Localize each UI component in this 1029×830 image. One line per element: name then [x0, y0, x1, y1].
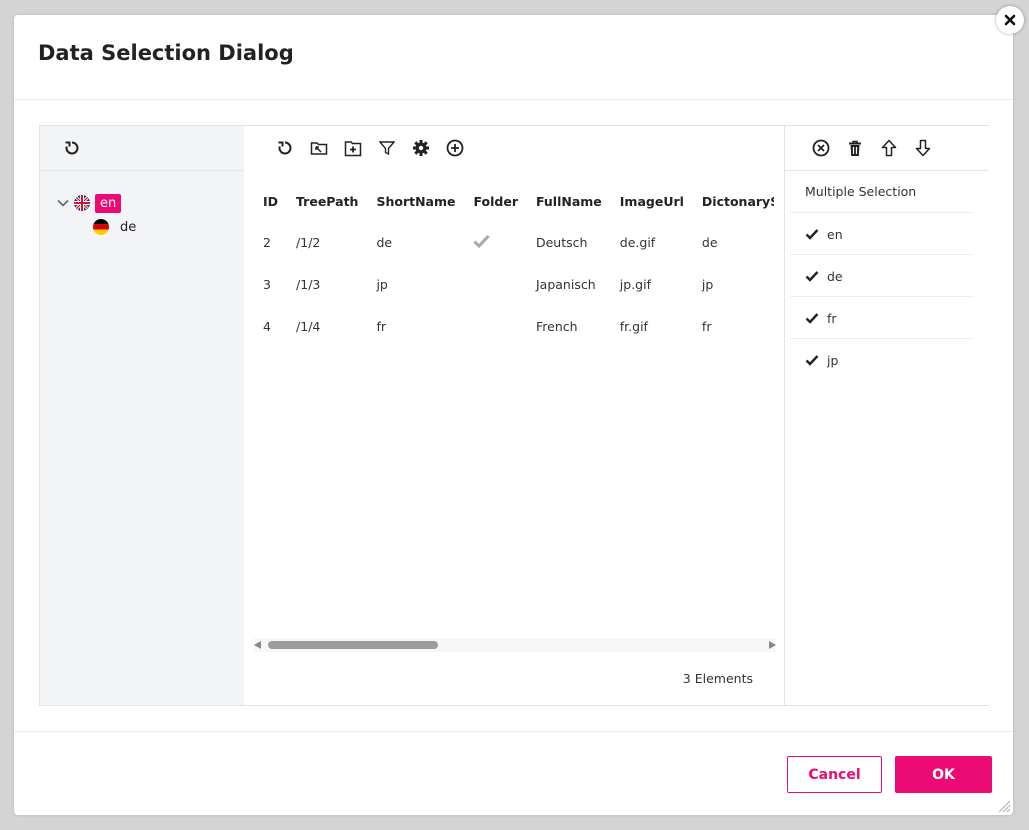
cell-suffix: de	[701, 234, 718, 250]
checkmark-icon	[805, 355, 819, 366]
header-divider	[14, 99, 1013, 100]
tree-node-label-en[interactable]: en	[95, 193, 122, 213]
table-row[interactable]: 4 /1/4 fr French fr.gif fr IS	[254, 305, 774, 347]
cell-id: 3	[263, 276, 271, 292]
scrollbar-thumb[interactable]	[268, 641, 438, 649]
data-grid: ID TreePath ShortName Folder FullName Im…	[254, 181, 774, 641]
germany-flag-icon	[93, 219, 109, 235]
grid-header-row: ID TreePath ShortName Folder FullName Im…	[254, 181, 774, 221]
selection-item-label: jp	[827, 352, 839, 368]
navigate-up-icon[interactable]	[307, 136, 331, 160]
element-count: 3 Elements	[682, 671, 753, 686]
add-icon[interactable]	[443, 136, 467, 160]
tree-toolbar	[40, 126, 244, 171]
cell-suffix: jp	[701, 276, 714, 292]
selection-item-label: en	[827, 226, 843, 242]
cell-treepath: /1/2	[296, 234, 321, 250]
checkmark-icon	[805, 229, 819, 240]
ok-button[interactable]: OK	[895, 756, 992, 793]
column-header-id[interactable]: ID	[254, 181, 287, 221]
trash-icon[interactable]	[843, 136, 867, 160]
footer-divider	[14, 731, 1013, 732]
selection-item-label: fr	[827, 310, 837, 326]
cell-folder	[464, 305, 527, 347]
selection-item-jp[interactable]: jp	[790, 338, 974, 381]
column-header-imageurl[interactable]: ImageUrl	[611, 181, 693, 221]
cell-folder	[464, 221, 527, 263]
cell-fullname: Deutsch	[535, 234, 588, 250]
cell-imageurl: fr.gif	[619, 318, 648, 334]
cell-id: 4	[263, 318, 271, 334]
selection-panel: Multiple Selection en de fr jp	[784, 126, 989, 705]
selection-toolbar	[785, 126, 989, 171]
column-header-suffix[interactable]: DictonarySuffix	[693, 181, 774, 221]
filter-icon[interactable]	[375, 136, 399, 160]
cell-treepath: /1/4	[296, 318, 321, 334]
selection-item-de[interactable]: de	[790, 254, 974, 297]
cell-treepath: /1/3	[296, 276, 321, 292]
selection-item-label: de	[827, 268, 843, 284]
dialog-title: Data Selection Dialog	[38, 41, 294, 65]
cell-imageurl: de.gif	[619, 234, 656, 250]
selection-item-en[interactable]: en	[790, 212, 974, 255]
data-selection-dialog: Data Selection Dialog en de ID TreePath …	[14, 15, 1013, 815]
cell-imageurl: jp.gif	[619, 276, 651, 292]
horizontal-scrollbar[interactable]	[254, 638, 776, 652]
selection-item-fr[interactable]: fr	[790, 296, 974, 339]
cell-shortname: jp	[376, 276, 388, 292]
tree-panel: en de	[40, 126, 244, 705]
cell-fullname: French	[535, 318, 578, 334]
multiple-selection-header: Multiple Selection	[805, 184, 917, 199]
grid-panel: ID TreePath ShortName Folder FullName Im…	[244, 126, 784, 705]
cell-fullname: Japanisch	[535, 276, 596, 292]
table-row[interactable]: 3 /1/3 jp Japanisch jp.gif jp IS	[254, 263, 774, 305]
column-header-treepath[interactable]: TreePath	[287, 181, 367, 221]
tree-node-de[interactable]: de	[93, 216, 136, 238]
move-down-icon[interactable]	[911, 136, 935, 160]
cell-id: 2	[263, 234, 271, 250]
scroll-right-icon[interactable]	[769, 641, 776, 649]
clear-icon[interactable]	[809, 136, 833, 160]
checkmark-icon	[805, 271, 819, 282]
resize-grip-icon[interactable]	[997, 799, 1011, 813]
cell-suffix: fr	[701, 318, 712, 334]
close-icon[interactable]	[1004, 14, 1016, 26]
refresh-icon[interactable]	[60, 136, 84, 160]
grid-toolbar	[244, 126, 784, 170]
refresh-icon[interactable]	[273, 136, 297, 160]
cell-shortname: de	[376, 234, 393, 250]
cell-shortname: fr	[376, 318, 386, 334]
column-header-fullname[interactable]: FullName	[527, 181, 611, 221]
scroll-left-icon[interactable]	[254, 641, 261, 649]
close-button[interactable]	[996, 6, 1024, 34]
tree-node-label-de[interactable]: de	[120, 220, 136, 235]
checkmark-icon	[805, 313, 819, 324]
checkmark-icon	[473, 234, 491, 248]
column-header-folder[interactable]: Folder	[464, 181, 527, 221]
cancel-button[interactable]: Cancel	[787, 756, 882, 793]
add-folder-icon[interactable]	[341, 136, 365, 160]
chevron-down-icon[interactable]	[56, 196, 70, 210]
table-row[interactable]: 2 /1/2 de Deutsch de.gif de G	[254, 221, 774, 263]
move-up-icon[interactable]	[877, 136, 901, 160]
tree-node-en[interactable]: en	[56, 192, 122, 214]
column-header-shortname[interactable]: ShortName	[367, 181, 464, 221]
cell-folder	[464, 263, 527, 305]
gear-icon[interactable]	[409, 136, 433, 160]
uk-flag-icon	[74, 195, 90, 211]
dialog-content: en de ID TreePath ShortName Folder FullN…	[39, 125, 989, 706]
